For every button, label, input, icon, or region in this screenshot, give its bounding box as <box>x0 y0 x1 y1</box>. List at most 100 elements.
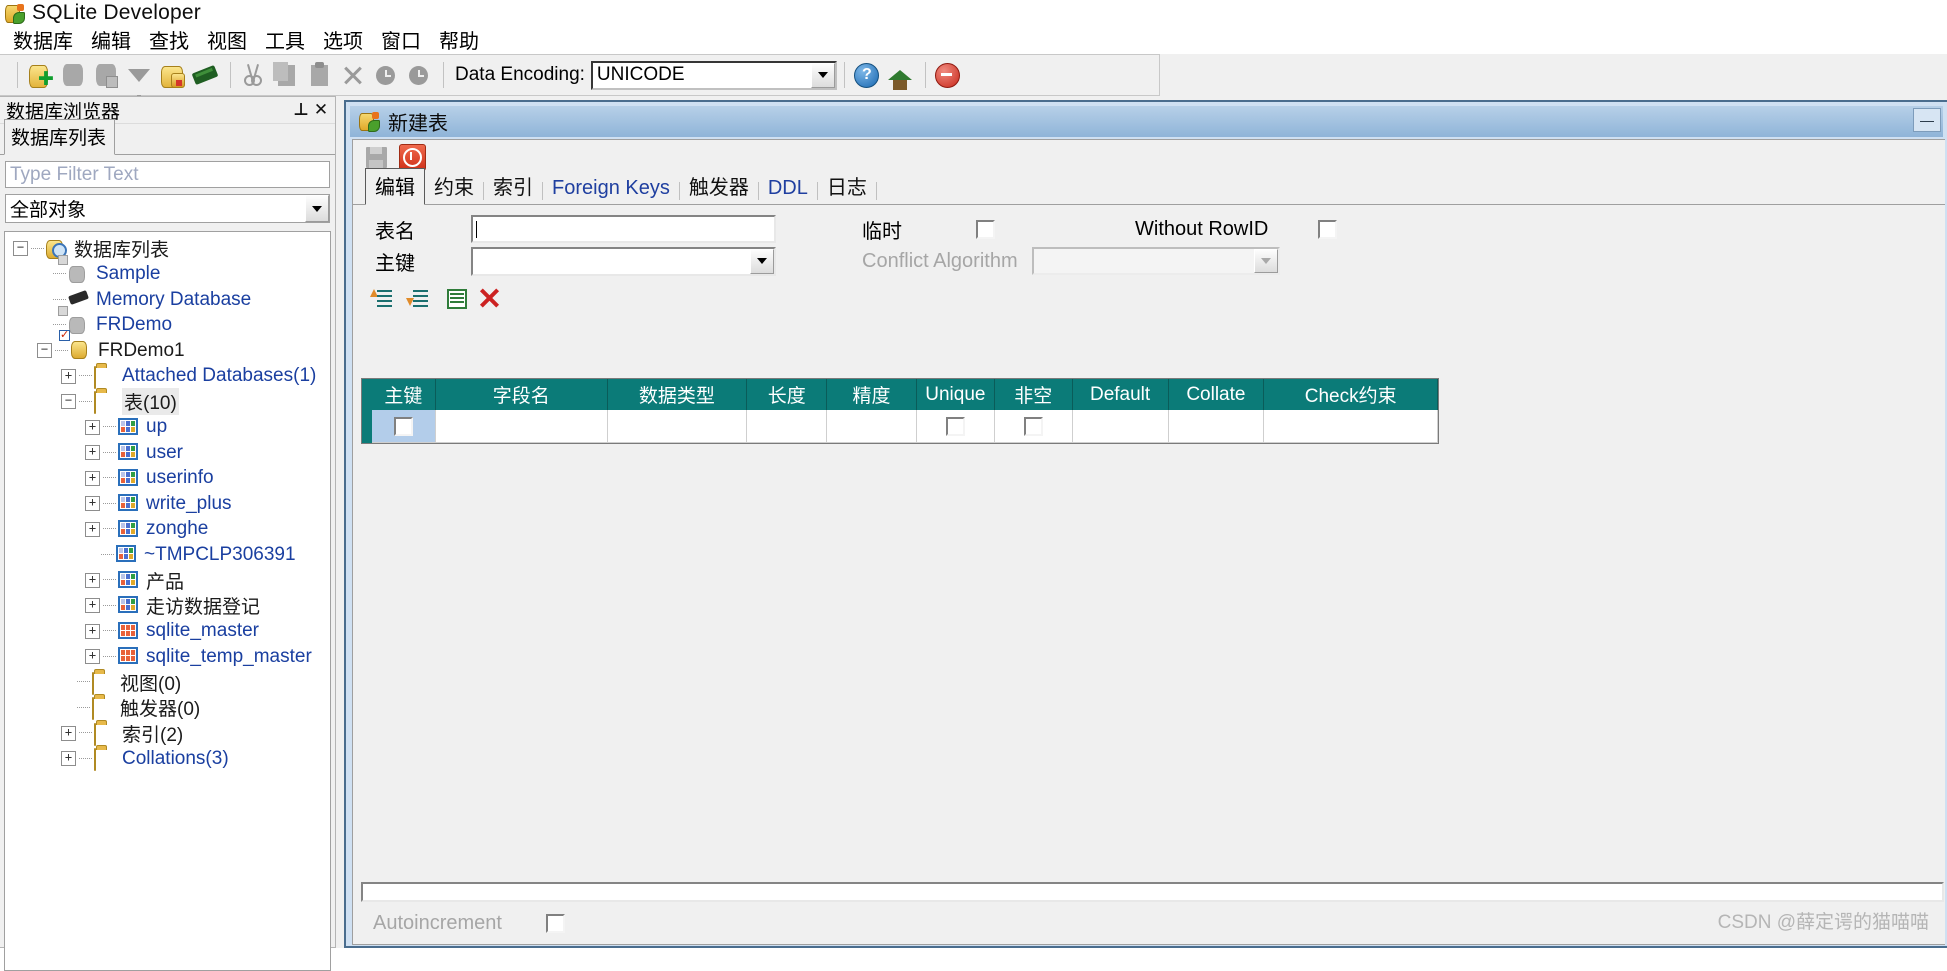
grid-column-header[interactable]: Check约束 <box>1264 379 1438 410</box>
expand-icon[interactable]: + <box>61 751 76 767</box>
move-down-icon[interactable] <box>403 285 431 311</box>
chevron-down-icon[interactable] <box>810 62 835 88</box>
grid-column-header[interactable]: 长度 <box>747 379 828 410</box>
home-icon[interactable] <box>885 60 915 90</box>
grid-column-header[interactable]: 字段名 <box>436 379 608 410</box>
row-unique-cell[interactable] <box>916 410 995 443</box>
tree-node[interactable]: 视图(0) <box>5 670 330 696</box>
tree-node[interactable]: + Collations(3) <box>5 746 330 772</box>
expand-icon[interactable]: + <box>85 623 100 639</box>
row-unique-cell-checkbox[interactable] <box>945 416 965 436</box>
paste-icon[interactable] <box>304 60 334 90</box>
grid-column-header[interactable]: 非空 <box>995 379 1073 410</box>
row-primary-key-cell[interactable] <box>372 410 436 443</box>
memory-database-icon[interactable] <box>190 60 220 90</box>
tree-node[interactable]: Sample <box>5 254 330 288</box>
panel-splitter[interactable] <box>336 96 344 948</box>
row-default-cell[interactable] <box>1072 410 1169 443</box>
row-collate-cell[interactable] <box>1168 410 1265 443</box>
menu-edit[interactable]: 编辑 <box>82 23 140 56</box>
tab-indexes[interactable]: 索引 <box>484 169 542 204</box>
data-encoding-select[interactable]: UNICODE <box>590 60 837 90</box>
filter-icon[interactable] <box>124 60 154 104</box>
tree-node[interactable]: FRDemo <box>5 305 330 339</box>
row-notnull-cell[interactable] <box>994 410 1073 443</box>
chevron-down-icon[interactable] <box>1253 249 1278 273</box>
close-icon[interactable]: ✕ <box>311 100 331 120</box>
stop-icon[interactable] <box>933 60 963 90</box>
cancel-icon[interactable] <box>397 143 427 171</box>
menu-options[interactable]: 选项 <box>314 23 372 56</box>
tree-node[interactable]: + up <box>5 415 330 441</box>
table-row[interactable] <box>362 410 1438 443</box>
collapse-icon[interactable]: − <box>61 394 76 410</box>
sql-preview-field[interactable] <box>361 882 1944 902</box>
tree-node[interactable]: − ✓ FRDemo1 <box>5 330 330 364</box>
cut-icon[interactable] <box>238 60 268 90</box>
expand-icon[interactable]: + <box>85 521 100 537</box>
tree-node[interactable]: + 索引(2) <box>5 721 330 747</box>
row-length-cell[interactable] <box>747 410 828 443</box>
menu-database[interactable]: 数据库 <box>4 23 82 56</box>
collapse-icon[interactable]: − <box>37 343 52 359</box>
object-scope-select[interactable]: 全部对象 <box>5 194 330 223</box>
chevron-down-icon[interactable] <box>305 195 329 222</box>
tree-node[interactable]: + zonghe <box>5 517 330 543</box>
row-precision-cell[interactable] <box>827 410 917 443</box>
tree-node[interactable]: + 走访数据登记 <box>5 593 330 619</box>
menu-view[interactable]: 视图 <box>198 23 256 56</box>
tab-constraints[interactable]: 约束 <box>425 169 483 204</box>
tab-triggers[interactable]: 触发器 <box>680 169 758 204</box>
filter-input[interactable]: Type Filter Text <box>5 161 330 188</box>
row-check-cell[interactable] <box>1264 410 1438 443</box>
save-icon[interactable] <box>361 143 391 171</box>
temporary-checkbox[interactable] <box>976 219 995 239</box>
expand-icon[interactable]: + <box>85 598 100 614</box>
expand-icon[interactable]: + <box>85 470 100 486</box>
open-database-icon[interactable] <box>58 60 88 90</box>
copy-icon[interactable] <box>271 60 301 90</box>
minimize-button[interactable]: — <box>1913 108 1941 132</box>
expand-icon[interactable]: + <box>85 496 100 512</box>
tree-node[interactable]: ~TMPCLP306391 <box>5 542 330 568</box>
delete-field-icon[interactable] <box>475 285 503 311</box>
grid-column-header[interactable]: 精度 <box>827 379 917 410</box>
grid-column-header[interactable]: Unique <box>917 379 995 410</box>
tree-node[interactable]: Memory Database <box>5 287 330 313</box>
tab-log[interactable]: 日志 <box>818 169 876 204</box>
menu-find[interactable]: 查找 <box>140 23 198 56</box>
grid-column-header[interactable]: Default <box>1073 379 1169 410</box>
tree-node[interactable]: − 数据库列表 <box>5 236 330 262</box>
tree-node[interactable]: − 表(10) <box>5 388 330 416</box>
menu-help[interactable]: 帮助 <box>430 23 488 56</box>
databases-icon[interactable] <box>157 60 187 90</box>
history-icon[interactable] <box>370 60 400 90</box>
tab-database-list[interactable]: 数据库列表 <box>4 119 116 155</box>
row-primary-key-cell-checkbox[interactable] <box>393 416 413 436</box>
conflict-algorithm-select[interactable] <box>1031 247 1280 275</box>
menu-tools[interactable]: 工具 <box>256 23 314 56</box>
field-definition-grid[interactable]: 主键 字段名 数据类型 长度 精度 Unique 非空 Default Collate Check… <box>361 378 1439 444</box>
expand-icon[interactable]: + <box>61 368 76 384</box>
tree-node[interactable]: + sqlite_master <box>5 619 330 645</box>
without-rowid-checkbox[interactable] <box>1318 219 1338 239</box>
expand-icon[interactable]: + <box>85 419 100 435</box>
add-field-icon[interactable] <box>439 285 467 311</box>
tree-node[interactable]: + userinfo <box>5 466 330 492</box>
expand-icon[interactable]: + <box>61 725 76 741</box>
grid-column-header[interactable]: 数据类型 <box>608 379 748 410</box>
collapse-icon[interactable]: − <box>13 241 28 257</box>
add-database-icon[interactable]: ✚ <box>25 60 55 90</box>
menu-window[interactable]: 窗口 <box>372 23 430 56</box>
tree-node[interactable]: + 产品 <box>5 568 330 594</box>
database-tree[interactable]: − 数据库列表 Sample Memory Database FRDemo − ✓ FRDem… <box>4 231 331 971</box>
row-notnull-cell-checkbox[interactable] <box>1023 416 1043 436</box>
table-name-input[interactable] <box>471 215 776 243</box>
save-database-icon[interactable] <box>91 60 121 90</box>
grid-column-header[interactable]: Collate <box>1169 379 1265 410</box>
tab-ddl[interactable]: DDL <box>759 175 817 204</box>
delete-icon[interactable] <box>337 60 367 90</box>
autoincrement-checkbox[interactable] <box>545 914 565 933</box>
tree-node[interactable]: + write_plus <box>5 491 330 517</box>
grid-column-header[interactable]: 主键 <box>372 379 436 410</box>
